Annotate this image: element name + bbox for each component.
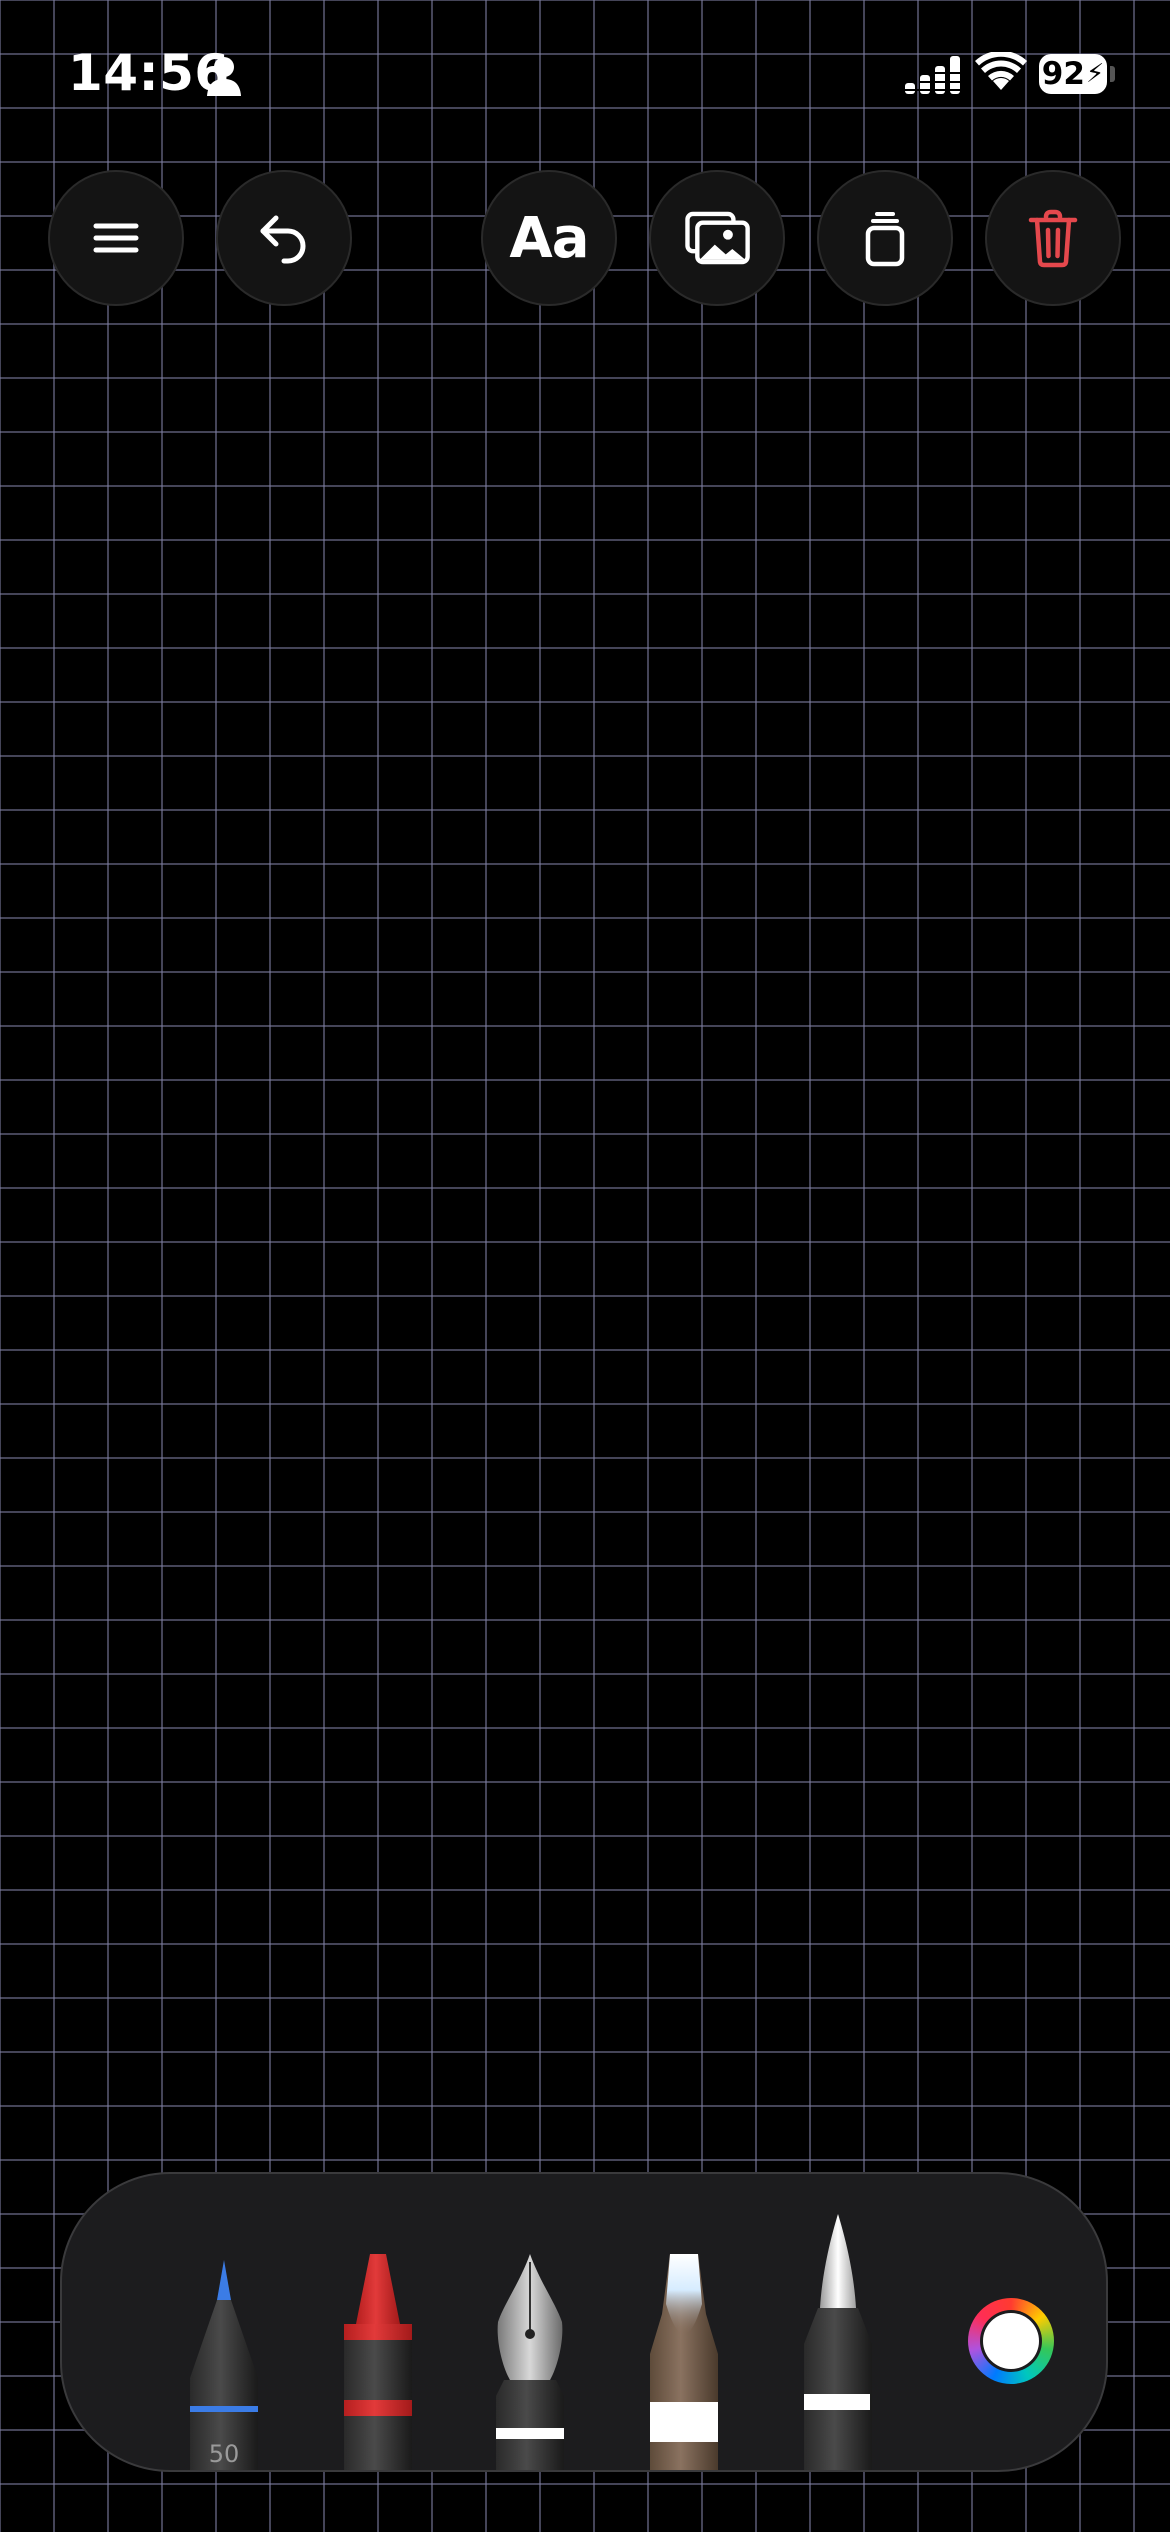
copy-button[interactable] [817, 170, 953, 306]
signal-icon [905, 56, 961, 94]
undo-button[interactable] [216, 170, 352, 306]
brush-tool[interactable] [802, 2214, 874, 2470]
photos-icon [685, 211, 750, 265]
marker-tool[interactable] [342, 2254, 414, 2470]
pen-size-label: 50 [208, 2440, 240, 2468]
stacked-pages-icon [865, 212, 905, 267]
person-icon [207, 57, 241, 96]
battery-cap [1110, 66, 1115, 82]
battery-charging-icon: ⚡ [1085, 59, 1105, 89]
trash-icon [1028, 209, 1078, 268]
hamburger-menu-icon [93, 223, 139, 253]
marker-icon [344, 2254, 412, 2470]
text-tool-label: Aa [509, 205, 589, 271]
selected-color-swatch [983, 2313, 1039, 2369]
pen-tool[interactable]: 50 [188, 2260, 260, 2470]
delete-button[interactable] [985, 170, 1121, 306]
brush-icon [804, 2214, 872, 2470]
undo-arrow-icon [260, 215, 306, 264]
battery-indicator: 92 ⚡ [1039, 54, 1107, 94]
color-picker-ring [980, 2310, 1042, 2372]
battery-level: 92 [1041, 56, 1085, 92]
color-picker-button[interactable] [968, 2298, 1054, 2384]
watercolor-brush-icon [650, 2254, 718, 2470]
pen-icon [190, 2260, 258, 2470]
insert-image-button[interactable] [649, 170, 785, 306]
wifi-icon [975, 52, 1027, 90]
menu-button[interactable] [48, 170, 184, 306]
pen-tray: 50 [60, 2172, 1108, 2472]
fountain-pen-icon [496, 2254, 564, 2470]
fountain-pen-tool[interactable] [494, 2254, 566, 2470]
watercolor-brush-tool[interactable] [648, 2254, 720, 2470]
status-bar: 14:56 92 ⚡ [0, 0, 1170, 150]
text-tool-button[interactable]: Aa [481, 170, 617, 306]
